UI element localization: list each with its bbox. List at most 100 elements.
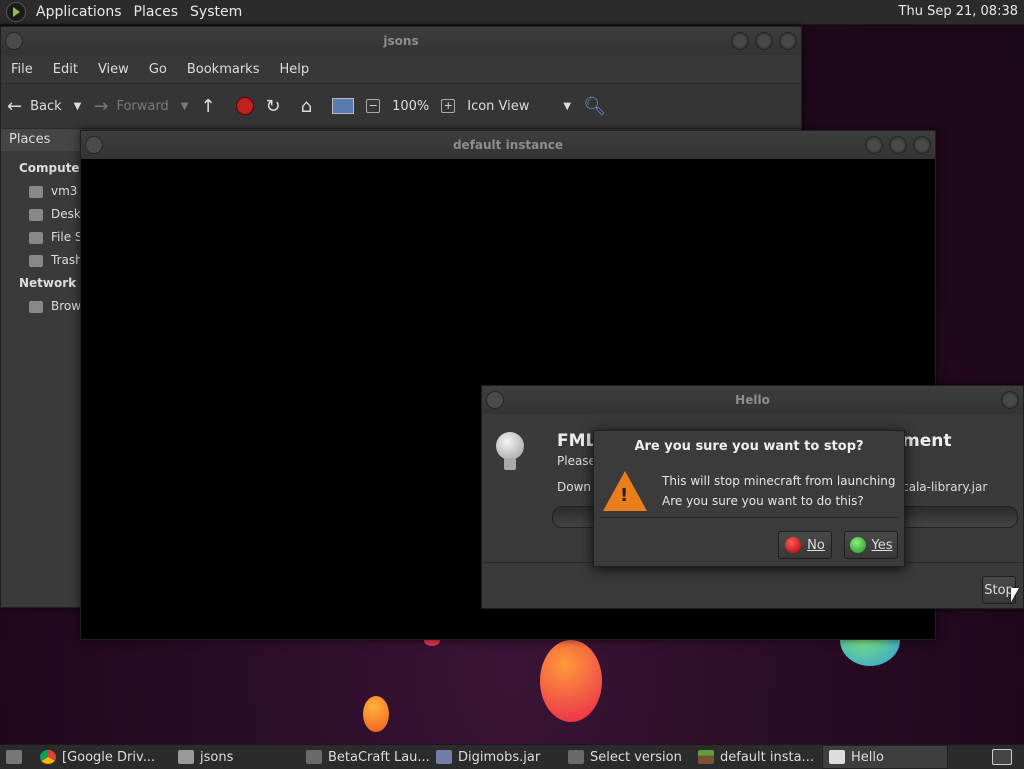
file-manager-titlebar[interactable]: jsons <box>1 27 801 55</box>
folder-icon <box>178 750 194 764</box>
instance-titlebar[interactable]: default instance <box>81 131 935 159</box>
menubar: File Edit View Go Bookmarks Help <box>1 55 801 83</box>
zoom-out-button[interactable]: − <box>360 84 386 128</box>
menu-system[interactable]: System <box>184 4 248 20</box>
window-title: jsons <box>383 34 419 48</box>
network-icon <box>29 300 43 313</box>
confirm-message-line1: This will stop minecraft from launching <box>662 474 896 488</box>
menu-bookmarks[interactable]: Bookmarks <box>177 62 270 77</box>
minimize-icon[interactable] <box>731 32 749 50</box>
task-google-drive[interactable]: [Google Driv... <box>34 746 172 768</box>
folder-home-icon <box>29 185 43 198</box>
computer-icon <box>332 98 355 114</box>
close-icon[interactable] <box>913 136 931 154</box>
search-icon: 🔍︎ <box>583 95 606 117</box>
top-panel: Applications Places System Thu Sep 21, 0… <box>0 0 1024 25</box>
up-arrow-icon: ↑ <box>200 95 216 117</box>
divider <box>600 517 898 518</box>
sidebar-item-desktop[interactable]: Desk <box>1 203 81 226</box>
sidebar-header[interactable]: Places <box>1 129 81 151</box>
download-label-left: Down <box>557 480 592 494</box>
sidebar-item-trash[interactable]: Trash <box>1 249 81 272</box>
window-menu-icon[interactable] <box>486 391 504 409</box>
hello-status-line: Please <box>557 454 596 468</box>
no-button[interactable]: No <box>778 531 832 559</box>
show-desktop-icon <box>6 750 22 764</box>
stop-icon <box>235 97 254 115</box>
zoom-level: 100% <box>392 98 430 114</box>
hello-titlebar[interactable]: Hello <box>482 386 1023 414</box>
view-mode-select[interactable]: Icon View ▼ <box>461 84 577 128</box>
yes-button[interactable]: Yes <box>844 531 898 559</box>
maximize-icon[interactable] <box>889 136 907 154</box>
zoom-out-icon: − <box>366 99 381 113</box>
computer-button[interactable] <box>326 84 360 128</box>
zoom-in-button[interactable]: + <box>435 84 461 128</box>
back-button[interactable]: ← Back ▼ <box>1 84 87 128</box>
chevron-down-icon: ▼ <box>563 100 572 112</box>
hello-heading-left: FML <box>557 431 597 451</box>
menu-edit[interactable]: Edit <box>43 62 88 77</box>
zoom-in-icon: + <box>441 99 456 113</box>
window-menu-icon[interactable] <box>85 136 103 154</box>
minimize-icon[interactable] <box>865 136 883 154</box>
window-title: default instance <box>452 138 564 152</box>
java-archive-icon <box>436 750 452 764</box>
hello-heading-right: ment <box>902 431 952 451</box>
home-button[interactable]: ⌂ <box>295 84 326 128</box>
java-icon <box>829 750 845 764</box>
menu-go[interactable]: Go <box>139 62 177 77</box>
menu-places[interactable]: Places <box>128 4 185 20</box>
task-hello[interactable]: Hello <box>822 745 948 769</box>
clock[interactable]: Thu Sep 21, 08:38 <box>899 4 1018 19</box>
reload-button[interactable]: ↻ <box>260 84 295 128</box>
task-jsons[interactable]: jsons <box>172 746 300 768</box>
java-icon <box>568 750 584 764</box>
confirm-title: Are you sure you want to stop? <box>634 439 864 454</box>
up-button[interactable]: ↑ <box>194 84 229 128</box>
mouse-cursor-icon <box>1011 588 1019 602</box>
stop-button[interactable] <box>230 84 260 128</box>
chevron-down-icon[interactable]: ▼ <box>181 101 189 112</box>
task-select-version[interactable]: Select version <box>562 746 692 768</box>
drive-icon <box>29 231 43 244</box>
yes-green-dot-icon <box>849 537 866 553</box>
java-icon <box>306 750 322 764</box>
close-icon[interactable] <box>1001 391 1019 409</box>
confirm-stop-dialog: Are you sure you want to stop? ! This wi… <box>593 430 905 567</box>
close-icon[interactable] <box>779 32 797 50</box>
confirm-message: This will stop minecraft from launching … <box>662 471 896 511</box>
task-digimobs[interactable]: Digimobs.jar <box>430 746 562 768</box>
menu-view[interactable]: View <box>88 62 139 77</box>
desktop-icon <box>29 208 43 221</box>
search-button[interactable]: 🔍︎ <box>577 84 620 128</box>
chevron-down-icon[interactable]: ▼ <box>74 101 82 112</box>
sidebar-item-filesystem[interactable]: File S <box>1 226 81 249</box>
forward-button[interactable]: → Forward ▼ <box>87 84 194 128</box>
sidebar-item-vm3[interactable]: vm3 <box>1 180 81 203</box>
task-default-instance[interactable]: default insta... <box>692 746 822 768</box>
workspace-icon <box>992 749 1012 765</box>
task-betacraft[interactable]: BetaCraft Lau... <box>300 746 430 768</box>
menu-help[interactable]: Help <box>269 62 319 77</box>
maximize-icon[interactable] <box>755 32 773 50</box>
decorative-bubble <box>363 696 389 732</box>
distro-logo-icon[interactable] <box>6 2 26 22</box>
sidebar-item-browse-network[interactable]: Brow <box>1 295 81 318</box>
download-label-right: cala-library.jar <box>902 480 988 494</box>
show-desktop-button[interactable] <box>0 746 34 768</box>
sidebar-section-network: Network <box>19 276 77 290</box>
workspace-switcher[interactable] <box>986 746 1024 768</box>
forward-arrow-icon: → <box>93 95 109 117</box>
minecraft-block-icon <box>698 750 714 764</box>
decorative-bubble <box>540 640 602 722</box>
menu-file[interactable]: File <box>1 62 43 77</box>
home-icon: ⌂ <box>300 95 313 117</box>
menu-applications[interactable]: Applications <box>30 4 128 20</box>
window-menu-icon[interactable] <box>5 32 23 50</box>
no-red-dot-icon <box>785 537 802 553</box>
sidebar-section-computer: Computer <box>19 161 86 175</box>
lightbulb-base <box>504 458 516 470</box>
back-arrow-icon: ← <box>7 95 23 117</box>
taskbar: [Google Driv... jsons BetaCraft Lau... D… <box>0 744 1024 769</box>
